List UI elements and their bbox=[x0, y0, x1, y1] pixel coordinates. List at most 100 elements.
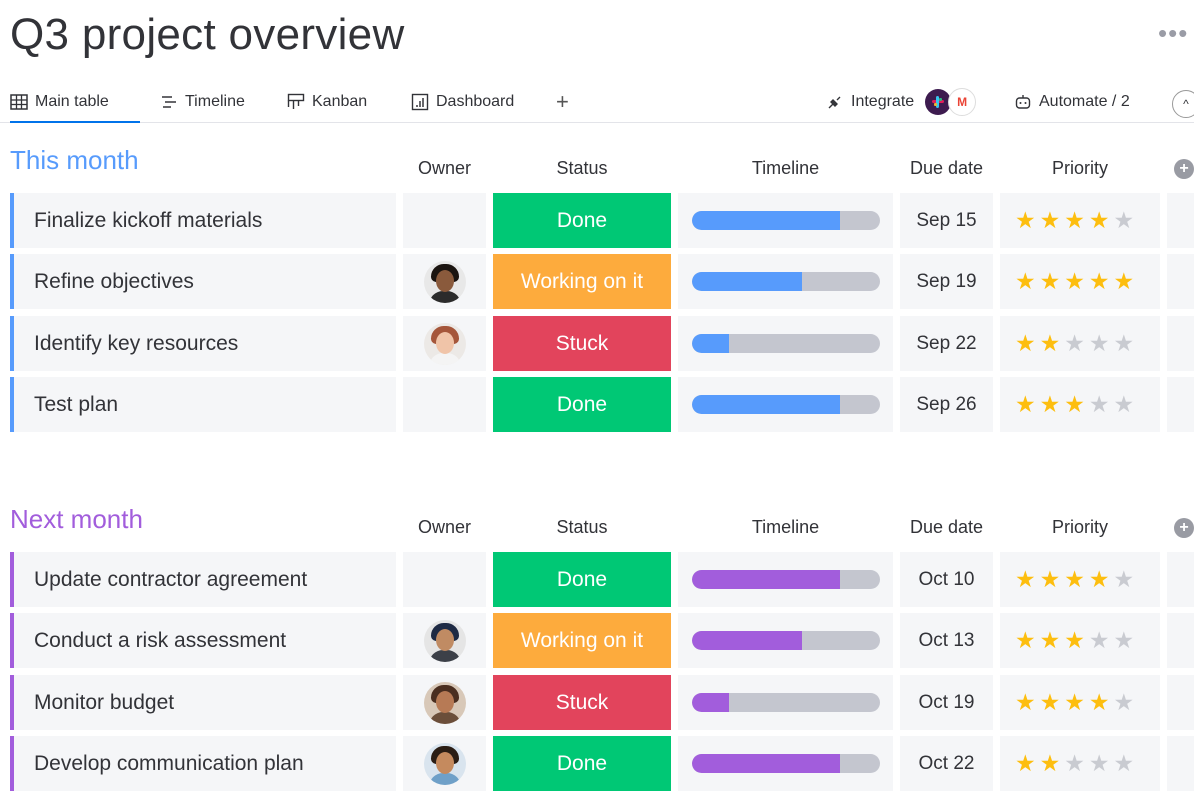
item-name-cell[interactable]: Update contractor agreement bbox=[10, 552, 396, 607]
column-header-timeline[interactable]: Timeline bbox=[678, 158, 893, 179]
item-name-cell[interactable]: Test plan bbox=[10, 377, 396, 432]
group-title-next-month[interactable]: Next month bbox=[10, 504, 143, 535]
integrate-button[interactable]: Integrate M bbox=[826, 82, 977, 122]
tab-dashboard[interactable]: Dashboard bbox=[411, 82, 514, 122]
item-name-cell[interactable]: Monitor budget bbox=[10, 675, 396, 730]
column-header-owner[interactable]: Owner bbox=[403, 517, 486, 538]
item-name[interactable]: Refine objectives bbox=[10, 270, 194, 294]
due-date-cell[interactable]: Oct 10 bbox=[900, 552, 993, 607]
column-header-due-date[interactable]: Due date bbox=[900, 158, 993, 179]
item-name-cell[interactable]: Develop communication plan bbox=[10, 736, 396, 791]
star-icon[interactable]: ★ bbox=[1114, 568, 1135, 591]
owner-cell[interactable] bbox=[403, 613, 486, 668]
star-icon[interactable]: ★ bbox=[1064, 629, 1085, 652]
star-icon[interactable]: ★ bbox=[1114, 393, 1135, 416]
star-icon[interactable]: ★ bbox=[1064, 393, 1085, 416]
star-icon[interactable]: ★ bbox=[1089, 209, 1110, 232]
timeline-cell[interactable] bbox=[678, 552, 893, 607]
avatar[interactable] bbox=[423, 681, 466, 724]
star-icon[interactable]: ★ bbox=[1114, 270, 1135, 293]
tab-kanban[interactable]: Kanban bbox=[287, 82, 367, 122]
star-icon[interactable]: ★ bbox=[1089, 629, 1110, 652]
timeline-cell[interactable] bbox=[678, 254, 893, 309]
add-column-button[interactable]: + bbox=[1174, 518, 1194, 538]
due-date-cell[interactable]: Sep 19 bbox=[900, 254, 993, 309]
item-name[interactable]: Identify key resources bbox=[10, 332, 238, 356]
item-name[interactable]: Conduct a risk assessment bbox=[10, 629, 286, 653]
status-cell[interactable]: Done bbox=[493, 552, 671, 607]
avatar[interactable] bbox=[423, 322, 466, 365]
owner-cell[interactable] bbox=[403, 193, 486, 248]
due-date-cell[interactable]: Oct 22 bbox=[900, 736, 993, 791]
priority-rating[interactable]: ★ ★ ★ ★ ★ bbox=[1000, 736, 1160, 791]
item-name-cell[interactable]: Finalize kickoff materials bbox=[10, 193, 396, 248]
add-column-button[interactable]: + bbox=[1174, 159, 1194, 179]
priority-rating[interactable]: ★ ★ ★ ★ ★ bbox=[1000, 675, 1160, 730]
item-name-cell[interactable]: Identify key resources bbox=[10, 316, 396, 371]
owner-cell[interactable] bbox=[403, 552, 486, 607]
timeline-cell[interactable] bbox=[678, 736, 893, 791]
status-cell[interactable]: Done bbox=[493, 736, 671, 791]
star-icon[interactable]: ★ bbox=[1089, 752, 1110, 775]
star-icon[interactable]: ★ bbox=[1015, 270, 1036, 293]
star-icon[interactable]: ★ bbox=[1064, 691, 1085, 714]
column-header-priority[interactable]: Priority bbox=[1000, 517, 1160, 538]
item-name[interactable]: Update contractor agreement bbox=[10, 568, 307, 592]
owner-cell[interactable] bbox=[403, 377, 486, 432]
star-icon[interactable]: ★ bbox=[1064, 209, 1085, 232]
owner-cell[interactable] bbox=[403, 675, 486, 730]
star-icon[interactable]: ★ bbox=[1064, 332, 1085, 355]
owner-cell[interactable] bbox=[403, 254, 486, 309]
star-icon[interactable]: ★ bbox=[1040, 270, 1061, 293]
status-cell[interactable]: Done bbox=[493, 377, 671, 432]
item-name[interactable]: Monitor budget bbox=[10, 691, 174, 715]
column-header-priority[interactable]: Priority bbox=[1000, 158, 1160, 179]
star-icon[interactable]: ★ bbox=[1114, 209, 1135, 232]
star-icon[interactable]: ★ bbox=[1040, 629, 1061, 652]
table-row[interactable]: Update contractor agreement Done Oct 10 … bbox=[10, 552, 1194, 607]
timeline-cell[interactable] bbox=[678, 193, 893, 248]
due-date-cell[interactable]: Sep 22 bbox=[900, 316, 993, 371]
status-cell[interactable]: Working on it bbox=[493, 613, 671, 668]
avatar[interactable] bbox=[423, 619, 466, 662]
star-icon[interactable]: ★ bbox=[1114, 629, 1135, 652]
status-cell[interactable]: Working on it bbox=[493, 254, 671, 309]
due-date-cell[interactable]: Oct 13 bbox=[900, 613, 993, 668]
priority-rating[interactable]: ★ ★ ★ ★ ★ bbox=[1000, 377, 1160, 432]
due-date-cell[interactable]: Sep 15 bbox=[900, 193, 993, 248]
star-icon[interactable]: ★ bbox=[1114, 332, 1135, 355]
timeline-cell[interactable] bbox=[678, 316, 893, 371]
star-icon[interactable]: ★ bbox=[1040, 332, 1061, 355]
timeline-cell[interactable] bbox=[678, 675, 893, 730]
star-icon[interactable]: ★ bbox=[1015, 393, 1036, 416]
timeline-cell[interactable] bbox=[678, 613, 893, 668]
status-cell[interactable]: Done bbox=[493, 193, 671, 248]
table-row[interactable]: Identify key resources Stuck Sep 22 ★ ★ ★ ★… bbox=[10, 316, 1194, 371]
timeline-cell[interactable] bbox=[678, 377, 893, 432]
star-icon[interactable]: ★ bbox=[1040, 393, 1061, 416]
star-icon[interactable]: ★ bbox=[1015, 568, 1036, 591]
more-options-icon[interactable]: ••• bbox=[1158, 18, 1188, 49]
star-icon[interactable]: ★ bbox=[1015, 629, 1036, 652]
automate-button[interactable]: Automate / 2 bbox=[1014, 82, 1130, 122]
table-row[interactable]: Conduct a risk assessment Working on it … bbox=[10, 613, 1194, 668]
item-name-cell[interactable]: Refine objectives bbox=[10, 254, 396, 309]
star-icon[interactable]: ★ bbox=[1089, 568, 1110, 591]
star-icon[interactable]: ★ bbox=[1015, 332, 1036, 355]
star-icon[interactable]: ★ bbox=[1015, 209, 1036, 232]
table-row[interactable]: Refine objectives Working on it Sep 19 ★… bbox=[10, 254, 1194, 309]
column-header-due-date[interactable]: Due date bbox=[900, 517, 993, 538]
item-name[interactable]: Finalize kickoff materials bbox=[10, 209, 262, 233]
column-header-status[interactable]: Status bbox=[493, 517, 671, 538]
avatar[interactable] bbox=[423, 260, 466, 303]
avatar[interactable] bbox=[423, 742, 466, 785]
status-cell[interactable]: Stuck bbox=[493, 675, 671, 730]
priority-rating[interactable]: ★ ★ ★ ★ ★ bbox=[1000, 316, 1160, 371]
star-icon[interactable]: ★ bbox=[1089, 393, 1110, 416]
owner-cell[interactable] bbox=[403, 316, 486, 371]
star-icon[interactable]: ★ bbox=[1064, 752, 1085, 775]
add-view-button[interactable]: + bbox=[556, 82, 569, 122]
table-row[interactable]: Finalize kickoff materials Done Sep 15 ★… bbox=[10, 193, 1194, 248]
collapse-header-button[interactable]: ^ bbox=[1172, 90, 1194, 118]
star-icon[interactable]: ★ bbox=[1040, 752, 1061, 775]
